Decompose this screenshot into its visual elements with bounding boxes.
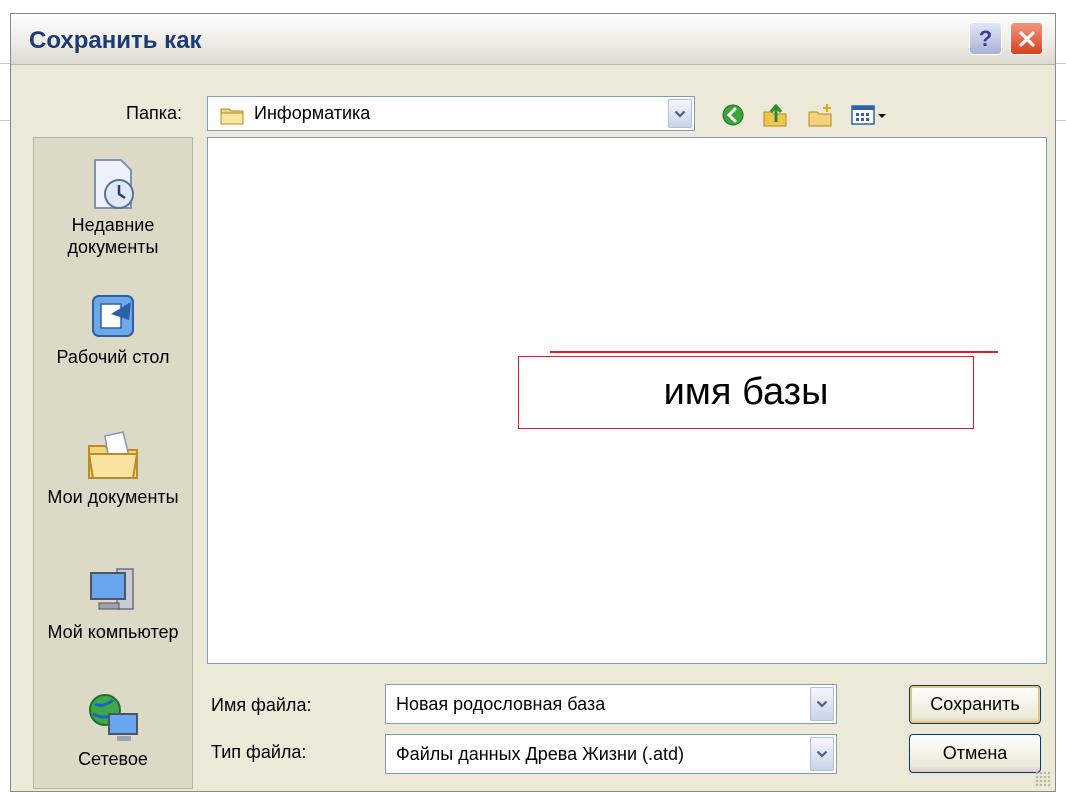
place-label: Сетевое [78,749,148,769]
filename-dropdown-button[interactable] [810,687,834,721]
my-computer-icon [90,568,134,610]
filename-input[interactable]: Новая родословная база [385,684,837,724]
back-icon [722,104,744,126]
up-folder-button[interactable] [761,101,789,129]
place-label: Недавние документы [67,215,159,257]
filetype-value: Файлы данных Древа Жизни (.atd) [396,743,685,764]
folder-icon [220,108,244,125]
place-label: Мой компьютер [47,622,179,642]
filetype-label: Тип файла: [211,742,307,762]
chevron-down-icon [674,110,686,118]
view-menu-icon [851,105,886,125]
new-folder-button[interactable] [806,101,834,129]
resize-grip[interactable] [1035,771,1051,787]
annotation-callout: имя базы [518,356,974,429]
chevron-down-icon [816,700,828,708]
my-documents-icon [87,431,139,479]
filetype-dropdown-button[interactable] [810,737,834,771]
folder-value: Информатика [254,103,371,123]
desktop-icon [92,295,134,337]
chevron-down-icon [816,750,828,758]
close-button[interactable] [1010,22,1043,55]
place-my-documents[interactable]: Мои документы [34,428,192,508]
save-button[interactable]: Сохранить [909,685,1041,724]
back-button[interactable] [719,101,747,129]
places-bar: Недавние документы Рабочий стол Мои доку… [33,137,193,789]
network-icon [89,694,138,741]
recent-documents-icon [94,159,134,209]
view-menu-button[interactable] [849,101,891,129]
folder-dropdown-button[interactable] [668,99,692,128]
place-label: Мои документы [47,487,179,507]
help-icon: ? [978,25,993,51]
dialog-title: Сохранить как [29,27,202,54]
folder-label: Папка: [126,103,182,123]
filename-label: Имя файла: [211,695,312,715]
filetype-select[interactable]: Файлы данных Древа Жизни (.atd) [385,734,837,774]
title-bar[interactable]: Сохранить как ? [11,14,1055,65]
file-list[interactable]: имя базы [207,137,1047,664]
cancel-button[interactable]: Отмена [909,734,1041,773]
place-desktop[interactable]: Рабочий стол [34,288,192,368]
filename-value: Новая родословная база [396,693,606,714]
place-label: Рабочий стол [56,347,170,367]
folder-select[interactable]: Информатика [207,96,695,131]
annotation-line [550,351,998,353]
save-as-dialog: Сохранить как ? Папка: Информатика Недав… [10,13,1056,792]
close-icon [1018,30,1035,47]
place-my-computer[interactable]: Мой компьютер [34,563,192,643]
up-folder-icon [763,103,787,127]
place-network[interactable]: Сетевое [34,690,192,770]
place-recent-documents[interactable]: Недавние документы [34,156,192,258]
new-folder-icon [808,104,832,127]
help-button[interactable]: ? [969,22,1002,55]
